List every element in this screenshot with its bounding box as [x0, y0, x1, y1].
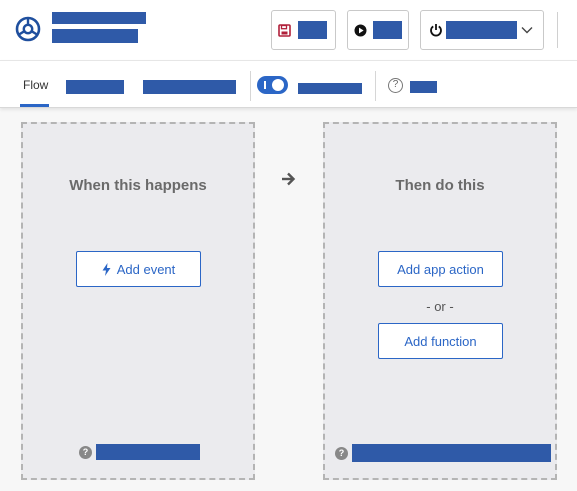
tab-redacted-1[interactable]	[66, 80, 124, 94]
flow-name-redacted	[52, 12, 146, 24]
arrow-right-icon	[282, 172, 296, 186]
help-label-redacted[interactable]	[410, 81, 437, 93]
flow-title-block	[52, 12, 146, 43]
flow-subtitle-redacted	[52, 29, 138, 43]
save-button[interactable]	[271, 10, 336, 50]
trigger-heading: When this happens	[69, 177, 207, 194]
add-event-label: Add event	[116, 261, 176, 277]
or-separator: - or -	[426, 299, 454, 314]
question-circle-icon[interactable]: ?	[79, 445, 92, 459]
tab-separator	[375, 71, 376, 101]
tab-bar: Flow ?	[0, 60, 577, 108]
header-divider	[557, 12, 558, 48]
app-header	[0, 0, 577, 60]
chevron-down-icon	[521, 27, 533, 34]
floppy-disk-icon	[278, 23, 291, 37]
circle-triad-logo-icon	[15, 16, 41, 42]
add-app-action-button[interactable]: Add app action	[378, 251, 503, 287]
action-panel: Then do this Add app action - or - Add f…	[323, 122, 557, 480]
question-circle-icon[interactable]: ?	[388, 78, 403, 93]
add-event-button[interactable]: Add event	[76, 251, 201, 287]
activation-status-redacted	[446, 21, 517, 39]
play-circle-icon	[354, 24, 367, 36]
trigger-panel: When this happens Add event ?	[21, 122, 255, 480]
tab-flow[interactable]: Flow	[23, 78, 48, 92]
trigger-help-footer: ?	[79, 444, 200, 460]
trigger-help-link-redacted[interactable]	[96, 444, 200, 460]
toggle-knob	[272, 79, 284, 91]
tab-separator	[250, 71, 251, 101]
question-circle-icon[interactable]: ?	[335, 446, 348, 460]
action-heading: Then do this	[395, 177, 485, 194]
add-function-button[interactable]: Add function	[378, 323, 503, 359]
toggle-label-redacted	[298, 83, 362, 94]
lightning-bolt-icon	[102, 262, 111, 276]
power-icon	[430, 24, 442, 37]
action-help-link-redacted[interactable]	[352, 444, 551, 462]
action-help-footer: ?	[335, 444, 551, 462]
activation-dropdown[interactable]	[420, 10, 544, 50]
run-button[interactable]	[347, 10, 409, 50]
run-button-label-redacted	[373, 21, 402, 39]
toggle-on-mark	[264, 81, 266, 89]
feature-toggle[interactable]	[257, 76, 288, 94]
save-button-label-redacted	[298, 21, 327, 39]
tab-redacted-2[interactable]	[143, 80, 236, 94]
active-tab-indicator	[20, 104, 49, 107]
add-function-label: Add function	[404, 333, 477, 349]
add-app-action-label: Add app action	[397, 261, 484, 277]
